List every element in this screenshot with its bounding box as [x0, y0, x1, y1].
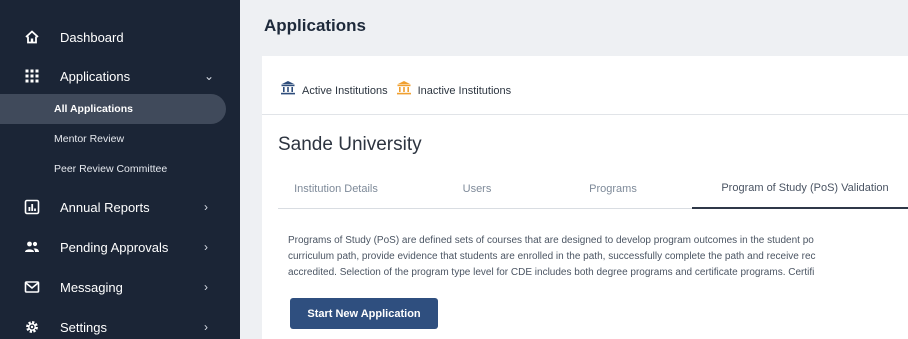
sidebar-item-messaging[interactable]: Messaging ›	[0, 270, 240, 304]
chevron-right-icon: ›	[204, 200, 208, 214]
sidebar-item-annual-reports[interactable]: Annual Reports ›	[0, 190, 240, 224]
tab-users[interactable]: Users	[442, 169, 512, 209]
sidebar-item-label: Pending Approvals	[60, 239, 169, 255]
institution-name: Sande University	[278, 134, 422, 155]
description-line: Programs of Study (PoS) are defined sets…	[288, 235, 814, 246]
sidebar-item-applications[interactable]: Applications ⌄	[0, 59, 240, 93]
institution-icon	[280, 80, 296, 101]
tab-institution-details[interactable]: Institution Details	[278, 169, 394, 209]
sidebar-subitem-mentor-review[interactable]: Mentor Review	[0, 124, 226, 154]
institution-tabs: Active Institutions Inactive Institution…	[280, 80, 519, 101]
tab-programs[interactable]: Programs	[568, 169, 658, 209]
users-icon	[24, 239, 40, 255]
sidebar-item-label: Annual Reports	[60, 199, 150, 215]
pos-description: Programs of Study (PoS) are defined sets…	[288, 233, 908, 281]
main-content: Applications Active Institutions Inactiv…	[240, 0, 908, 339]
sidebar: Dashboard Applications ⌄ All Application…	[0, 0, 240, 339]
grid-icon	[24, 68, 40, 84]
tab-label: Active Institutions	[302, 84, 388, 97]
sidebar-subitem-peer-review-committee[interactable]: Peer Review Committee	[0, 154, 226, 184]
sidebar-item-label: Applications	[60, 68, 131, 84]
tab-label: Inactive Institutions	[417, 84, 512, 97]
tab-pos-validation[interactable]: Program of Study (PoS) Validation	[692, 169, 908, 209]
description-line: accredited. Selection of the program typ…	[288, 267, 815, 278]
chevron-right-icon: ›	[204, 320, 208, 334]
inactive-institutions-tab[interactable]: Inactive Institutions	[396, 80, 512, 101]
divider	[262, 114, 908, 115]
chevron-right-icon: ›	[204, 280, 208, 294]
chevron-down-icon: ⌄	[204, 69, 215, 83]
home-icon	[24, 29, 40, 45]
sidebar-subitem-label: All Applications	[54, 103, 133, 115]
sidebar-subitem-all-applications[interactable]: All Applications	[0, 94, 226, 124]
mail-icon	[24, 279, 40, 295]
institution-detail-tabs: Institution Details Users Programs Progr…	[278, 169, 908, 209]
sidebar-item-dashboard[interactable]: Dashboard	[0, 20, 240, 54]
institution-icon	[396, 80, 412, 101]
sidebar-subitem-label: Mentor Review	[54, 133, 125, 145]
sidebar-item-label: Settings	[60, 319, 107, 335]
sidebar-item-label: Dashboard	[60, 29, 124, 45]
content-card: Active Institutions Inactive Institution…	[262, 56, 908, 339]
gear-icon	[24, 319, 40, 335]
start-new-application-button[interactable]: Start New Application	[290, 298, 438, 329]
description-line: curriculum path, provide evidence that s…	[288, 251, 816, 262]
sidebar-item-pending-approvals[interactable]: Pending Approvals ›	[0, 230, 240, 264]
active-institutions-tab[interactable]: Active Institutions	[280, 80, 388, 101]
sidebar-item-settings[interactable]: Settings ›	[0, 310, 240, 339]
page-title: Applications	[264, 16, 367, 35]
chart-icon	[24, 199, 40, 215]
sidebar-item-label: Messaging	[60, 279, 123, 295]
sidebar-subitem-label: Peer Review Committee	[54, 163, 168, 175]
chevron-right-icon: ›	[204, 240, 208, 254]
